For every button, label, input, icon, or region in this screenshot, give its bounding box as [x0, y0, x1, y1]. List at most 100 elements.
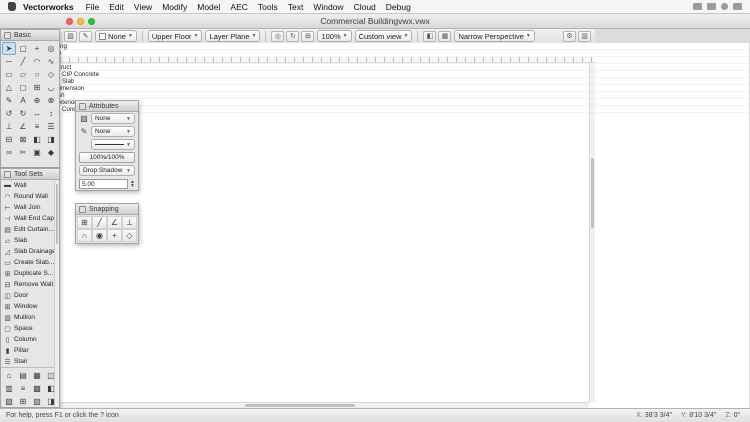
basic-tool-icon[interactable]: ▱ — [16, 68, 30, 81]
toolbar-settings-icon[interactable]: ▥ — [578, 31, 591, 42]
basic-tool-icon[interactable]: ☰ — [44, 120, 58, 133]
tool-set-category-icon[interactable]: ▨ — [30, 395, 44, 408]
render-mode-icon[interactable]: ◧ — [423, 31, 436, 42]
line-weight-dropdown[interactable]: ▼ — [91, 139, 135, 150]
shadow-offset-input[interactable]: 5.00 — [79, 179, 128, 189]
basic-tool-icon[interactable]: △ — [2, 81, 16, 94]
zoom-dropdown[interactable]: 100%▼ — [317, 30, 351, 42]
scrollbar-thumb[interactable] — [245, 404, 355, 407]
close-icon[interactable] — [4, 32, 11, 39]
scrollbar-thumb[interactable] — [56, 184, 58, 244]
basic-tool-icon[interactable]: ╱ — [16, 55, 30, 68]
tool-sets-item[interactable]: ▢ Space — [1, 323, 59, 334]
clock-icon[interactable] — [721, 3, 728, 10]
menu-item[interactable]: AEC — [225, 2, 252, 12]
tool-sets-scrollbar[interactable] — [54, 180, 59, 407]
tool-set-category-icon[interactable]: ⊞ — [16, 395, 30, 408]
palette-header[interactable]: Snapping — [76, 204, 138, 215]
menu-item[interactable]: Window — [308, 2, 348, 12]
basic-tool-icon[interactable]: ∿ — [44, 55, 58, 68]
basic-tool-icon[interactable]: ⊞ — [30, 81, 44, 94]
pen-icon[interactable]: ✎ — [79, 127, 89, 136]
tool-set-category-icon[interactable]: ▩ — [30, 382, 44, 395]
close-icon[interactable] — [4, 171, 11, 178]
palette-header[interactable]: Attributes — [76, 101, 138, 112]
snap-mode-icon[interactable]: ⊞ — [77, 216, 92, 229]
basic-tool-icon[interactable]: A — [16, 94, 30, 107]
basic-tool-icon[interactable]: ↻ — [16, 107, 30, 120]
stepper-buttons[interactable]: ▲▼ — [130, 180, 135, 188]
menu-item[interactable]: Text — [283, 2, 309, 12]
palette-header[interactable]: Basic — [1, 30, 59, 41]
app-menu[interactable]: Vectorworks — [23, 2, 74, 12]
basic-tool-icon[interactable]: ◡ — [44, 81, 58, 94]
tool-set-category-icon[interactable]: ▥ — [2, 382, 16, 395]
tool-sets-item[interactable]: ▯ Column — [1, 334, 59, 345]
menu-item[interactable]: Cloud — [349, 2, 381, 12]
basic-tool-icon[interactable]: ◠ — [30, 55, 44, 68]
tool-set-category-icon[interactable]: ≡ — [16, 382, 30, 395]
apple-menu-icon[interactable] — [8, 2, 16, 11]
basic-tool-icon[interactable]: ✎ — [2, 94, 16, 107]
tool-sets-item[interactable]: ▭ Create Slab... — [1, 257, 59, 268]
tool-sets-item[interactable]: ▤ Edit Curtain... — [1, 224, 59, 235]
snap-mode-icon[interactable]: + — [107, 229, 122, 242]
tool-sets-item[interactable]: ▬ Wall — [1, 180, 59, 191]
fill-style-dropdown[interactable]: None▼ — [91, 113, 135, 124]
tool-sets-item[interactable]: ⊟ Remove Wall... — [1, 279, 59, 290]
opacity-button[interactable]: 100%/100% — [79, 152, 135, 163]
snap-mode-icon[interactable]: ∩ — [77, 229, 92, 242]
basic-tool-icon[interactable]: ○ — [30, 68, 44, 81]
tool-sets-item[interactable]: ▮ Pillar — [1, 345, 59, 356]
basic-tool-icon[interactable]: ≡ — [30, 120, 44, 133]
tool-sets-item[interactable]: ⊢ Wall Join — [1, 202, 59, 213]
basic-tool-icon[interactable]: ↔ — [30, 107, 44, 120]
basic-tool-icon[interactable]: ∠ — [16, 120, 30, 133]
tool-sets-item[interactable]: ☰ Stair — [1, 356, 59, 367]
basic-tool-icon[interactable]: ⊗ — [44, 94, 58, 107]
wifi-icon[interactable] — [693, 3, 702, 10]
menu-item[interactable]: File — [81, 2, 105, 12]
menu-item[interactable]: Edit — [104, 2, 129, 12]
canvas-vertical-scrollbar[interactable] — [589, 63, 595, 402]
tool-sets-item[interactable]: ⊣ Wall End Cap — [1, 213, 59, 224]
snap-mode-icon[interactable]: ⊥ — [122, 216, 137, 229]
basic-tool-icon[interactable]: ─ — [2, 55, 16, 68]
toolbar-settings-icon[interactable]: ⚙ — [563, 31, 576, 42]
palette-header[interactable]: Tool Sets — [1, 169, 59, 180]
pen-style-dropdown[interactable]: None▼ — [91, 126, 135, 137]
tool-set-category-icon[interactable]: ▧ — [2, 395, 16, 408]
tool-sets-item[interactable]: ⊞ Window — [1, 301, 59, 312]
basic-tool-icon[interactable]: ◻ — [16, 81, 30, 94]
tool-set-category-icon[interactable]: ▤ — [16, 369, 30, 382]
basic-tool-icon[interactable]: ⊟ — [2, 133, 16, 146]
basic-tool-icon[interactable]: ⊠ — [16, 133, 30, 146]
saved-view-dropdown[interactable]: Custom view▼ — [355, 30, 413, 42]
tool-sets-item[interactable]: ◿ Slab Drainage — [1, 246, 59, 257]
view-tool-icon[interactable]: ◎ — [271, 31, 284, 42]
drop-shadow-dropdown[interactable]: Drop Shadow▼ — [79, 165, 135, 176]
fill-bucket-icon[interactable]: ▨ — [79, 114, 89, 123]
tool-sets-item[interactable]: ◠ Round Wall — [1, 191, 59, 202]
battery-icon[interactable] — [707, 3, 716, 10]
working-plane-dropdown[interactable]: Layer Plane▼ — [205, 30, 260, 42]
basic-tool-icon[interactable]: ↕ — [44, 107, 58, 120]
scrollbar-thumb[interactable] — [591, 158, 594, 228]
view-tool-icon[interactable]: ⊞ — [301, 31, 314, 42]
basic-tool-icon[interactable]: ⊥ — [2, 120, 16, 133]
snap-mode-icon[interactable]: ◉ — [92, 229, 107, 242]
close-icon[interactable] — [79, 103, 86, 110]
snap-mode-icon[interactable]: ╱ — [92, 216, 107, 229]
basic-tool-icon[interactable]: ◧ — [30, 133, 44, 146]
active-class-dropdown[interactable]: None▼ — [95, 30, 137, 42]
menu-item[interactable]: Debug — [381, 2, 416, 12]
active-layer-dropdown[interactable]: Upper Floor▼ — [148, 30, 203, 42]
basic-tool-icon[interactable]: ◇ — [44, 68, 58, 81]
basic-tool-icon[interactable]: ✂ — [16, 146, 30, 159]
menu-item[interactable]: Modify — [157, 2, 192, 12]
close-icon[interactable] — [79, 206, 86, 213]
basic-tool-icon[interactable]: ◨ — [44, 133, 58, 146]
basic-tool-icon[interactable]: ◎ — [44, 42, 58, 55]
tool-sets-item[interactable]: ▱ Slab — [1, 235, 59, 246]
menu-item[interactable]: Model — [192, 2, 225, 12]
